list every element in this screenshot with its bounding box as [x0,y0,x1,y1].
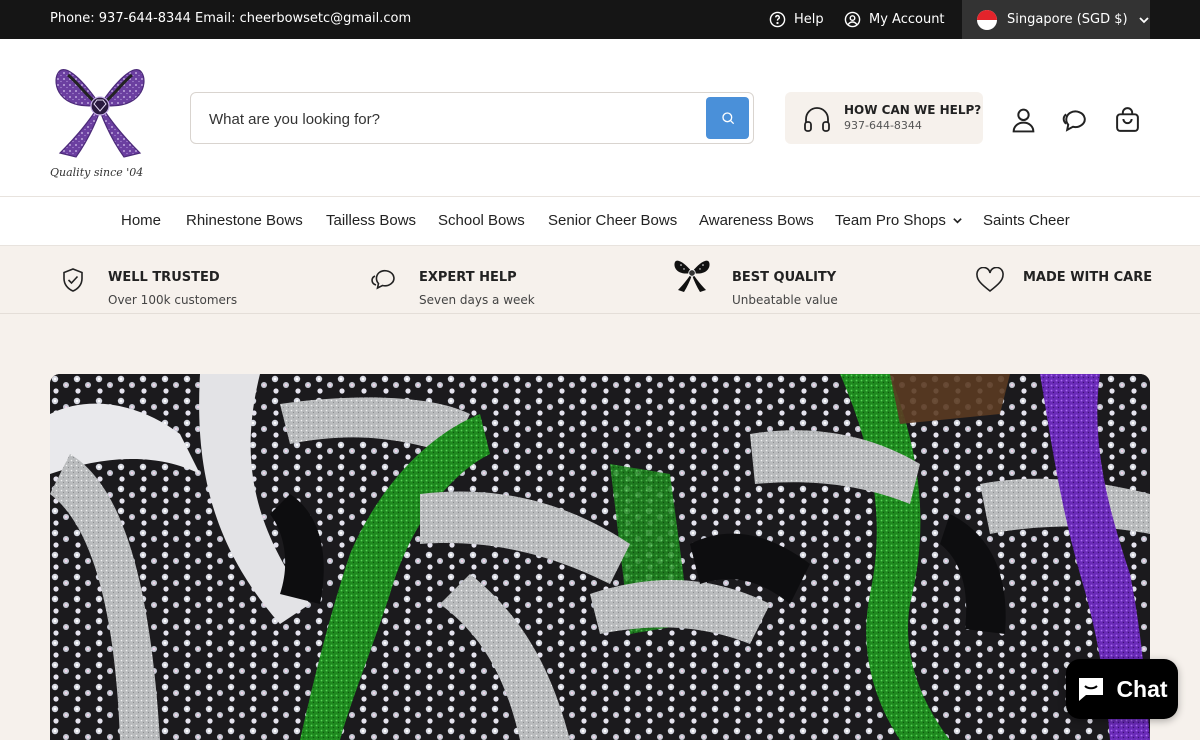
user-circle-icon [844,11,861,28]
nav-item-tailless-bows[interactable]: Tailless Bows [326,212,416,229]
nav-label: Saints Cheer [983,212,1070,229]
region-selector[interactable]: Singapore (SGD $) [962,0,1150,39]
chat-label: Chat [1116,675,1168,702]
shield-check-icon [63,268,83,292]
nav-item-rhinestone-bows[interactable]: Rhinestone Bows [186,212,303,229]
top-bar: Phone: 937-644-8344 Email: cheerbowsetc@… [0,0,1200,39]
nav-item-home[interactable]: Home [121,212,161,229]
chat-button[interactable]: Chat [1066,659,1178,719]
region-label: Singapore (SGD $) [1007,12,1128,27]
chat-icon [1079,678,1104,701]
feature-subtitle: Unbeatable value [732,293,838,307]
chevron-down-icon [1138,16,1149,23]
feature-subtitle: Seven days a week [419,293,535,307]
nav-label: Rhinestone Bows [186,212,303,229]
nav-label: Home [121,212,162,229]
help-phone: 937-644-8344 [844,119,922,132]
account-icon[interactable] [1010,106,1037,133]
contact-info: Phone: 937-644-8344 Email: cheerbowsetc@… [50,11,412,26]
singapore-flag-icon [977,9,997,30]
feature-title: EXPERT HELP [419,270,517,285]
nav-item-team-pro-shops[interactable]: Team Pro Shops [835,212,963,229]
site-header: Quality since '04 HOW CAN WE HELP? 937-6… [0,39,1200,197]
search-input[interactable] [209,107,689,131]
help-contact-box[interactable]: HOW CAN WE HELP? 937-644-8344 [785,92,983,144]
nav-label: School Bows [438,212,525,229]
brand-tagline: Quality since '04 [50,166,144,179]
nav-item-saints-cheer[interactable]: Saints Cheer [983,212,1070,229]
help-link[interactable]: Help [769,11,824,28]
cart-icon[interactable] [1114,106,1141,133]
hero-image[interactable] [50,374,1150,740]
nav-label: Team Pro Shops [835,212,946,229]
search-icon [721,112,734,125]
feature-well-trusted: WELL TRUSTED Over 100k customers [60,256,300,307]
feature-expert-help: EXPERT HELP Seven days a week [370,256,610,307]
chat-bubbles-icon [371,269,395,290]
feature-made-with-care: MADE WITH CARE [975,256,1175,306]
question-circle-icon [769,11,786,28]
help-title: HOW CAN WE HELP? [844,103,982,117]
nav-item-senior-cheer-bows[interactable]: Senior Cheer Bows [548,212,677,229]
search-button[interactable] [706,97,749,139]
heart-icon [976,267,1004,293]
chat-bubbles-icon[interactable] [1062,106,1089,133]
brand-logo[interactable] [50,53,150,163]
feature-title: WELL TRUSTED [108,270,220,285]
nav-label: Tailless Bows [326,212,417,229]
chevron-down-icon [953,218,962,224]
nav-item-awareness-bows[interactable]: Awareness Bows [699,212,814,229]
help-label: Help [794,12,824,27]
main-navigation: Home Rhinestone Bows Tailless Bows Schoo… [0,197,1200,246]
feature-best-quality: BEST QUALITY Unbeatable value [672,256,912,307]
feature-subtitle: Over 100k customers [108,293,238,307]
my-account-link[interactable]: My Account [844,11,945,28]
hero-bows-photo [50,374,1150,740]
search-bar [190,92,754,144]
features-bar: WELL TRUSTED Over 100k customers EXPERT … [0,246,1200,314]
feature-title: BEST QUALITY [732,270,837,285]
nav-item-school-bows[interactable]: School Bows [438,212,525,229]
bow-icon [674,260,710,292]
headphones-icon [804,107,830,132]
nav-label: Awareness Bows [699,212,814,229]
feature-title: MADE WITH CARE [1023,270,1153,285]
account-label: My Account [869,12,945,27]
nav-label: Senior Cheer Bows [548,212,678,229]
